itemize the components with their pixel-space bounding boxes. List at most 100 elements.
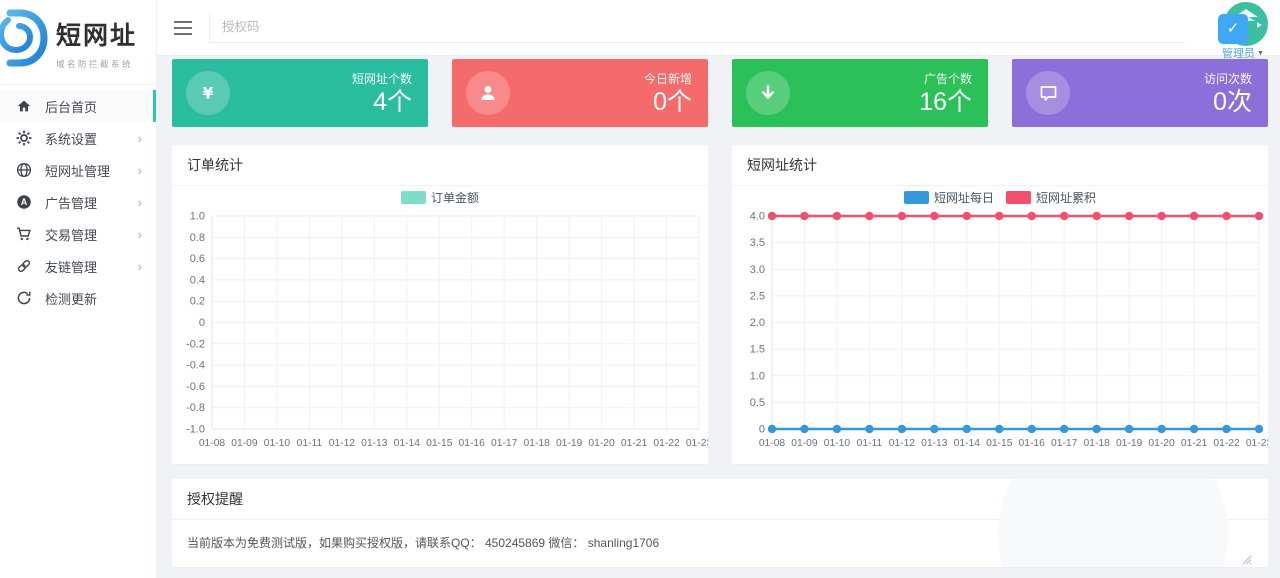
data-point [865,212,873,220]
y-tick-label: -1.0 [186,424,205,436]
y-tick-label: 2.0 [750,317,765,329]
y-tick-label: 0.5 [750,397,765,409]
x-tick-label: 01-19 [1116,438,1143,449]
license-text: 当前版本为免费测试版，如果购买授权版，请联系QQ： 450245869 微信： … [172,520,1268,567]
refresh-icon [16,290,32,306]
chevron-right-icon: › [138,196,142,209]
sidebar-item-system-settings[interactable]: 系统设置 › [0,122,156,154]
user-name: 管理员 [1222,48,1255,60]
legend-item[interactable]: 短网址累积 [1006,191,1096,205]
sidebar-item-label: 系统设置 [45,129,138,148]
data-point [963,212,971,220]
data-point [1255,212,1263,220]
data-point [1060,212,1068,220]
logo: 短网址 域名防拦截系统 [0,0,156,85]
legend-item[interactable]: 订单金额 [401,190,479,205]
app-title: 短网址 [56,16,137,52]
y-tick-label: -0.4 [186,360,205,372]
app-logo-icon [0,6,52,79]
x-tick-label: 01-21 [1181,438,1208,449]
check-badge-icon: ✓ [1218,14,1248,44]
yen-icon: ¥ [186,71,230,115]
x-tick-label: 01-08 [759,438,786,449]
x-tick-label: 01-10 [824,438,851,449]
sidebar-item-label: 后台首页 [45,97,142,116]
sidebar-item-shorturl-management[interactable]: 短网址管理 › [0,154,156,186]
legend-item[interactable]: 短网址每日 [904,190,994,205]
data-point [1028,212,1036,220]
stat-value: 0次 [1070,89,1252,117]
x-tick-label: 01-20 [1148,438,1175,449]
x-tick-label: 01-13 [921,438,948,449]
y-tick-label: 3.5 [750,237,765,249]
sidebar-item-label: 检测更新 [45,289,142,308]
data-point [833,212,841,220]
globe-icon [16,162,32,178]
data-point [865,425,873,433]
x-tick-label: 01-11 [297,438,323,449]
sidebar-item-friendlink-management[interactable]: 友链管理 › [0,250,156,282]
resize-grip-icon[interactable] [1240,552,1252,570]
legend-swatch [1006,191,1031,204]
data-point [768,212,776,220]
y-tick-label: 0.4 [190,274,205,286]
chevron-right-icon: › [138,228,142,241]
x-tick-label: 01-14 [394,438,421,449]
data-point [930,212,938,220]
home-icon [16,98,32,114]
sidebar-item-transaction-management[interactable]: 交易管理 › [0,218,156,250]
user-dropdown[interactable]: ✓ 管理员▼ [1214,2,1272,61]
x-tick-label: 01-21 [621,438,648,449]
sidebar-item-home[interactable]: 后台首页 [0,90,156,122]
data-point [768,425,776,433]
comment-icon [1026,71,1070,115]
y-tick-label: -0.8 [186,402,205,414]
data-point [1190,212,1198,220]
legend-swatch [904,191,929,204]
stat-card-visit-count: 访问次数 0次 [1012,59,1268,127]
down-arrow-icon [746,71,790,115]
link-icon [16,258,32,274]
hamburger-menu-icon[interactable] [157,0,209,55]
stat-value: 16个 [790,89,972,117]
data-point [1222,425,1230,433]
line-chart-svg: 1.00.80.60.40.20-0.2-0.4-0.6-0.8-1.001-0… [172,186,708,464]
panel-title: 短网址统计 [732,145,1268,186]
data-point [1028,425,1036,433]
stat-label: 短网址个数 [230,70,412,87]
y-tick-label: 1.0 [190,211,205,223]
data-point [1157,425,1165,433]
x-tick-label: 01-20 [588,438,615,449]
sidebar-item-check-update[interactable]: 检测更新 [0,282,156,314]
data-point [1125,425,1133,433]
svg-text:¥: ¥ [202,84,213,103]
data-point [1222,212,1230,220]
svg-text:A: A [21,197,28,207]
stat-label: 今日新增 [510,70,692,87]
y-tick-label: 1.5 [750,344,765,356]
data-point [898,425,906,433]
legend-label: 订单金额 [431,190,479,205]
data-point [930,425,938,433]
sidebar-item-label: 广告管理 [45,193,138,212]
stat-card-today-new: 今日新增 0个 [452,59,708,127]
x-tick-label: 01-19 [556,438,583,449]
x-tick-label: 01-12 [329,438,356,449]
sidebar-item-label: 交易管理 [45,225,138,244]
x-tick-label: 01-23 [1246,438,1268,449]
ad-icon: A [16,194,32,210]
cart-icon [16,226,32,242]
x-tick-label: 01-09 [231,438,258,449]
chevron-right-icon: › [138,260,142,273]
data-point [995,425,1003,433]
x-tick-label: 01-18 [1083,438,1110,449]
line-chart-svg: 4.03.53.02.52.01.51.00.5001-0801-0901-10… [732,186,1268,464]
legend-swatch [401,191,426,204]
sidebar: 短网址 域名防拦截系统 后台首页 [0,0,157,578]
stat-label: 访问次数 [1070,70,1252,87]
data-point [833,425,841,433]
sidebar-item-ad-management[interactable]: A 广告管理 › [0,186,156,218]
data-point [1060,425,1068,433]
license-code-input[interactable] [210,12,1185,42]
y-tick-label: 2.5 [750,290,765,302]
